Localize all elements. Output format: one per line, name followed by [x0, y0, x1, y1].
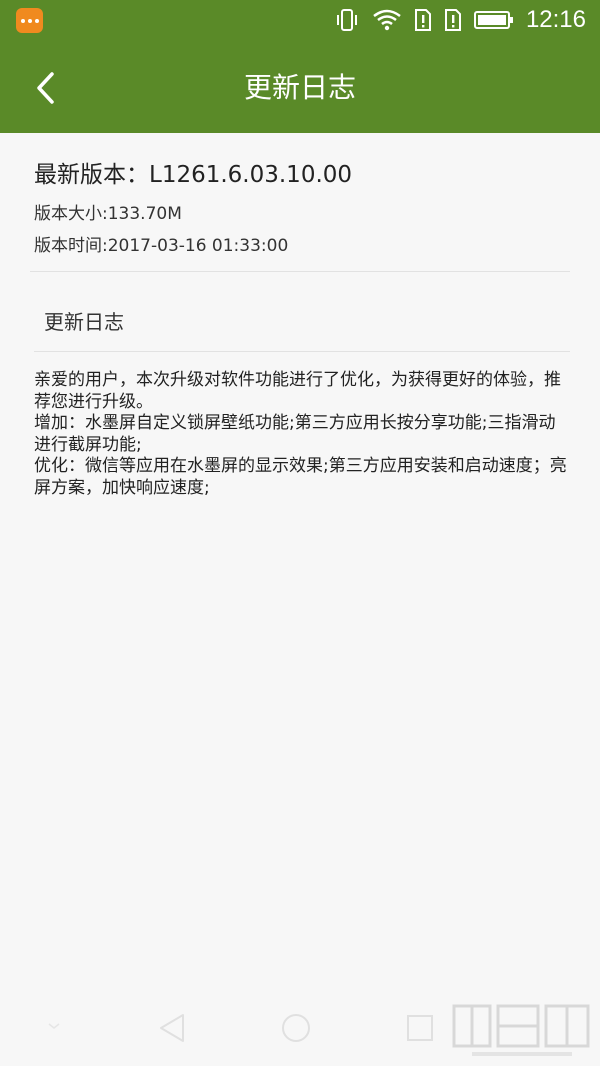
- back-nav-button[interactable]: [152, 1008, 192, 1048]
- changelog-line: 优化：微信等应用在水墨屏的显示效果;第三方应用安装和启动速度；亮屏方案，加快响应…: [34, 456, 567, 498]
- navigation-bar: [0, 990, 600, 1066]
- status-bar: 12:16: [0, 0, 600, 40]
- battery-icon: [473, 11, 513, 29]
- collapse-icon: [48, 1023, 60, 1029]
- changelog-heading: 更新日志: [44, 310, 124, 334]
- changelog-line: 亲爱的用户，本次升级对软件功能进行了优化，为获得更好的体验，推荐您进行升级。: [34, 370, 561, 412]
- version-time: 版本时间:2017-03-16 01:33:00: [34, 236, 289, 256]
- changelog-body: 亲爱的用户，本次升级对软件功能进行了优化，为获得更好的体验，推荐您进行升级。 增…: [34, 370, 570, 499]
- home-circle-icon: [282, 1014, 310, 1042]
- toolbar: 更新日志: [0, 40, 600, 133]
- status-icons: 12:16: [334, 6, 586, 34]
- recents-square-icon: [407, 1015, 433, 1041]
- app-header: 12:16 更新日志: [0, 0, 600, 133]
- vibrate-icon: [336, 9, 357, 31]
- changelog-line: 增加：水墨屏自定义锁屏壁纸功能;第三方应用长按分享功能;三指滑动进行截屏功能;: [34, 413, 556, 455]
- sim-alert-icon: [444, 9, 461, 31]
- watermark-logo: [452, 1004, 590, 1056]
- notification-app-icon: [16, 8, 43, 33]
- recents-button[interactable]: [400, 1008, 440, 1048]
- latest-version: 最新版本：L1261.6.03.10.00: [34, 162, 353, 188]
- page-title: 更新日志: [243, 71, 356, 104]
- home-button[interactable]: [276, 1008, 316, 1048]
- divider: [30, 271, 570, 272]
- version-info: 最新版本：L1261.6.03.10.00 版本大小:133.70M 版本时间:…: [34, 158, 574, 258]
- back-triangle-icon: [160, 1014, 184, 1042]
- divider: [34, 351, 570, 352]
- status-clock: 12:16: [525, 6, 586, 33]
- wifi-icon: [373, 9, 401, 31]
- version-size: 版本大小:133.70M: [34, 204, 182, 224]
- collapse-button[interactable]: [38, 1010, 70, 1042]
- sim-alert-icon: [414, 9, 431, 31]
